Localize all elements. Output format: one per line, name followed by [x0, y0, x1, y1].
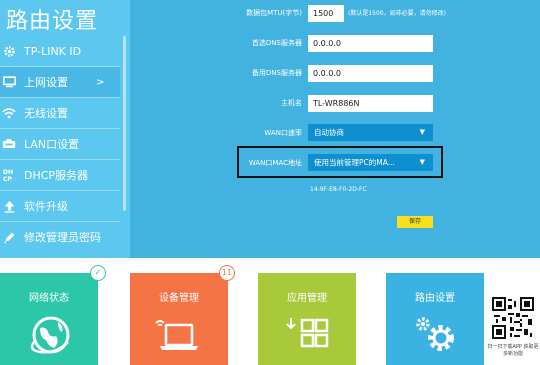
- sidebar-title: 路由设置: [6, 9, 99, 34]
- gears-icon: [386, 309, 484, 361]
- chevron-right-icon: >: [96, 76, 105, 88]
- tile-app-management[interactable]: 应用管理: [258, 273, 356, 365]
- top-panel: 路由设置 TP-LINK ID 上网设置 > 无线设置 LAN口设置 DH CP…: [0, 0, 540, 258]
- sidebar: 路由设置 TP-LINK ID 上网设置 > 无线设置 LAN口设置 DH CP…: [0, 0, 130, 258]
- upgrade-icon: [2, 199, 16, 213]
- dns1-label: 首选DNS服务器: [251, 39, 302, 47]
- dns2-label: 备用DNS服务器: [251, 69, 302, 77]
- wan-rate-value: 自动协商: [314, 128, 344, 137]
- sidebar-item-internet[interactable]: 上网设置 >: [0, 67, 120, 97]
- dhcp-icon: DH CP: [2, 168, 16, 182]
- mac-address-text: 14-9F-E8-F0-2D-FC: [310, 186, 367, 193]
- sidebar-item-label: TP-LINK ID: [24, 44, 82, 58]
- mtu-field[interactable]: 1500: [308, 5, 344, 22]
- primary-dns-field[interactable]: 0.0.0.0: [308, 35, 433, 52]
- apps-grid-icon: [258, 309, 356, 361]
- tile-router-settings[interactable]: 路由设置: [386, 273, 484, 365]
- tile-device-management[interactable]: 设备管理: [130, 273, 228, 365]
- sidebar-item-label: DHCP服务器: [24, 169, 89, 182]
- tile-label: 设备管理: [159, 293, 199, 304]
- globe-icon: [0, 309, 98, 361]
- laptop-icon: [130, 309, 228, 361]
- tile-label: 应用管理: [287, 293, 327, 304]
- mtu-label: 数据包MTU(字节): [246, 9, 302, 17]
- sidebar-item-label: 无线设置: [24, 107, 68, 120]
- tile-label: 网络状态: [29, 293, 69, 304]
- sidebar-item-tplink-id[interactable]: TP-LINK ID: [0, 36, 120, 66]
- sidebar-scrollbar[interactable]: [123, 36, 126, 211]
- sidebar-item-label: 软件升级: [24, 200, 68, 213]
- wifi-icon: [2, 106, 16, 120]
- wan-rate-label: WAN口速率: [264, 129, 302, 137]
- chevron-down-icon: ▼: [419, 128, 425, 136]
- lan-icon: [2, 137, 16, 151]
- svg-text:CP: CP: [3, 176, 12, 182]
- qr-caption: 扫一扫下载APP 获取更多新功能: [487, 344, 539, 357]
- sidebar-item-upgrade[interactable]: 软件升级: [0, 191, 120, 221]
- sidebar-item-label: LAN口设置: [24, 138, 80, 151]
- svg-text:DH: DH: [3, 169, 13, 176]
- wan-rate-select[interactable]: 自动协商 ▼: [308, 124, 433, 141]
- hostname-field[interactable]: TL-WR886N: [308, 95, 433, 112]
- pencil-icon: [2, 230, 16, 244]
- sidebar-item-label: 修改管理员密码: [24, 231, 101, 244]
- tile-network-status[interactable]: 网络状态: [0, 273, 98, 365]
- mtu-hint: (默认是1500，如非必要，请勿修改): [348, 10, 446, 17]
- sidebar-item-wireless[interactable]: 无线设置: [0, 98, 120, 128]
- sidebar-item-admin-password[interactable]: 修改管理员密码: [0, 222, 120, 252]
- tile-label: 路由设置: [415, 293, 455, 304]
- sidebar-item-dhcp[interactable]: DH CP DHCP服务器: [0, 160, 120, 190]
- highlight-box: [237, 146, 443, 178]
- qr-code: [492, 297, 534, 339]
- hostname-label: 主机名: [281, 99, 302, 107]
- sidebar-item-label: 上网设置: [24, 76, 68, 89]
- check-badge: ✓: [90, 265, 106, 281]
- save-button[interactable]: 保存: [397, 216, 433, 228]
- gear-icon: [2, 44, 16, 58]
- device-count-badge: 11: [219, 265, 235, 281]
- sidebar-item-lan[interactable]: LAN口设置: [0, 129, 120, 159]
- monitor-icon: [2, 75, 16, 89]
- secondary-dns-field[interactable]: 0.0.0.0: [308, 65, 433, 82]
